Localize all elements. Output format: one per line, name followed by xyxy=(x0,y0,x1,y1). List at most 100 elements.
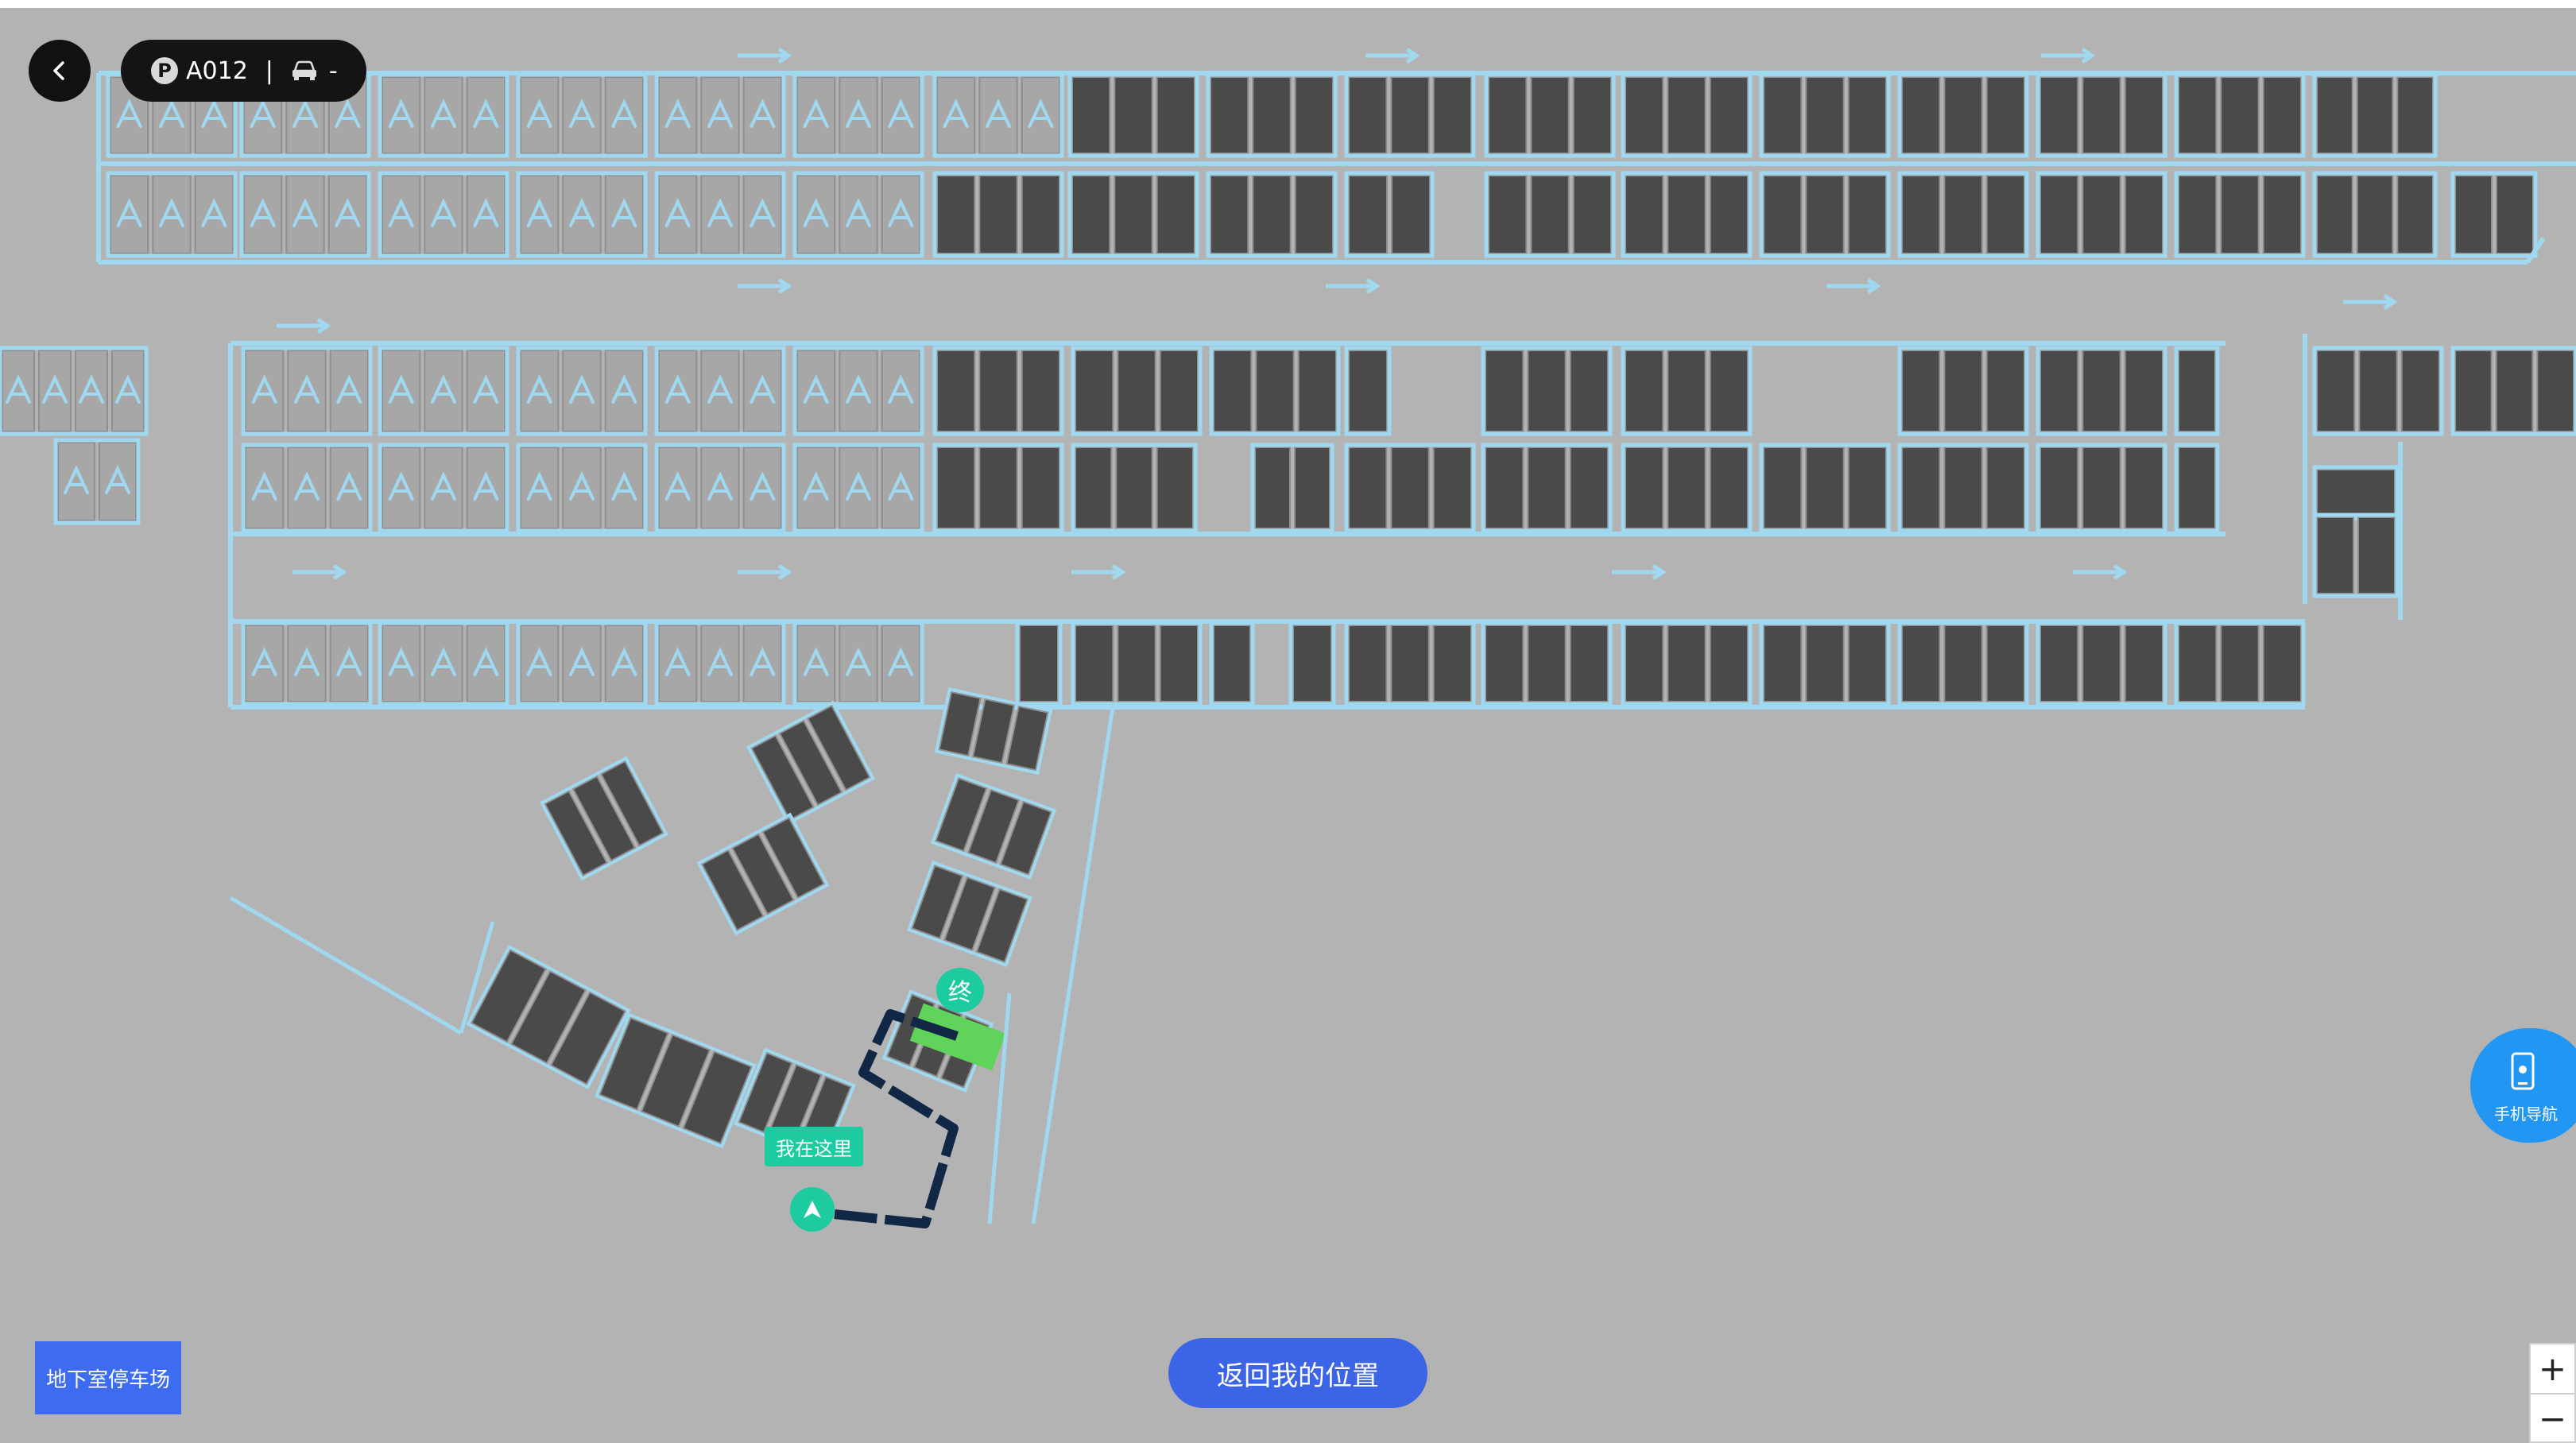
parking-space xyxy=(287,350,327,432)
parking-space xyxy=(424,175,463,254)
parking-row xyxy=(241,621,373,706)
zoom-in-button[interactable]: + xyxy=(2531,1344,2574,1395)
parking-space xyxy=(658,447,698,529)
parking-space xyxy=(562,625,602,702)
parking-row xyxy=(654,621,786,706)
parking-space xyxy=(1159,625,1199,702)
parking-row xyxy=(2174,171,2306,258)
parking-row xyxy=(1067,171,1199,258)
parking-space xyxy=(287,447,327,529)
parking-space xyxy=(1943,175,1983,254)
parking-row xyxy=(792,171,924,258)
back-button[interactable] xyxy=(29,40,91,102)
parking-row xyxy=(1481,443,1613,533)
parking-lot-map[interactable] xyxy=(0,0,2576,1443)
parking-space xyxy=(2124,350,2164,432)
parking-row xyxy=(1897,621,2029,706)
parking-row xyxy=(2036,346,2167,436)
parking-space xyxy=(2262,625,2303,702)
floor-selector-button[interactable]: 地下室停车场 xyxy=(35,1341,181,1414)
parking-space xyxy=(382,175,421,254)
parking-space xyxy=(1252,76,1292,154)
parking-space xyxy=(1156,447,1194,529)
parking-space xyxy=(285,175,325,254)
parking-space xyxy=(1348,350,1388,432)
parking-space xyxy=(604,175,645,254)
zoom-out-button[interactable]: − xyxy=(2531,1395,2574,1443)
parking-space xyxy=(1297,350,1337,432)
parking-space xyxy=(1021,350,1060,432)
parking-space xyxy=(1709,447,1749,529)
parking-space xyxy=(1763,175,1803,254)
parking-space xyxy=(2356,76,2394,154)
parking-space xyxy=(2396,76,2434,154)
parking-space xyxy=(99,442,137,521)
parking-space xyxy=(466,175,506,254)
parking-space xyxy=(466,447,506,529)
parking-row xyxy=(1209,621,1255,706)
parking-space xyxy=(1901,76,1941,154)
phone-navigation-button[interactable]: 手机导航 xyxy=(2470,1028,2576,1143)
parking-row xyxy=(1067,72,1199,158)
parking-space xyxy=(57,442,95,521)
parking-space xyxy=(1805,625,1845,702)
parking-space xyxy=(1527,625,1567,702)
parking-row xyxy=(378,346,509,436)
parking-space xyxy=(1569,625,1609,702)
parking-space xyxy=(1530,175,1570,254)
parking-row xyxy=(1897,346,2029,436)
parking-row xyxy=(2312,465,2400,520)
parking-space xyxy=(520,175,560,254)
parking-space xyxy=(562,175,602,254)
parking-row xyxy=(654,171,786,258)
parking-space xyxy=(2356,175,2394,254)
parking-row xyxy=(1759,72,1891,158)
parking-space xyxy=(2316,175,2353,254)
parking-space xyxy=(1625,175,1664,254)
parking-space xyxy=(1667,625,1706,702)
parking-row xyxy=(1621,621,1753,706)
parking-space xyxy=(1213,350,1253,432)
parking-space xyxy=(1254,447,1291,529)
parking-space xyxy=(2,350,35,432)
parking-space xyxy=(2496,175,2534,254)
parking-space xyxy=(2039,175,2079,254)
parking-row xyxy=(932,171,1064,258)
parking-row xyxy=(1209,346,1341,436)
parking-space xyxy=(2124,76,2164,154)
parking-space xyxy=(978,350,1018,432)
parking-space xyxy=(1943,350,1983,432)
parking-row xyxy=(1621,171,1753,258)
parking-row xyxy=(378,443,509,533)
parking-row xyxy=(1071,621,1203,706)
navigation-arrow-icon xyxy=(804,1201,821,1218)
return-to-my-location-button[interactable]: 返回我的位置 xyxy=(1168,1338,1427,1408)
parking-space xyxy=(1115,447,1153,529)
parking-info-pill: P A012 | - xyxy=(121,40,366,102)
parking-row xyxy=(378,72,509,158)
parking-row xyxy=(1897,171,2029,258)
parking-space xyxy=(2178,350,2216,432)
parking-space xyxy=(1348,76,1388,154)
parking-space xyxy=(1847,625,1888,702)
parking-row xyxy=(932,72,1064,158)
parking-space xyxy=(1763,625,1803,702)
parking-row xyxy=(1621,346,1753,436)
parking-space xyxy=(2039,350,2079,432)
parking-row xyxy=(1484,171,1616,258)
aisle-arrow xyxy=(738,563,792,581)
parking-space xyxy=(700,350,740,432)
parking-row xyxy=(1621,72,1753,158)
aisle-arrow xyxy=(738,47,792,64)
parking-row xyxy=(1015,621,1063,706)
parking-space xyxy=(978,76,1018,154)
parking-row xyxy=(378,171,509,258)
you-are-here-label: 我在这里 xyxy=(765,1127,863,1166)
parking-space xyxy=(658,625,698,702)
parking-row xyxy=(516,72,648,158)
parking-row xyxy=(2450,346,2576,436)
parking-rows xyxy=(0,72,2576,706)
parking-row xyxy=(932,346,1064,436)
aisle-arrow xyxy=(1365,47,1420,64)
parking-space xyxy=(2400,350,2441,432)
